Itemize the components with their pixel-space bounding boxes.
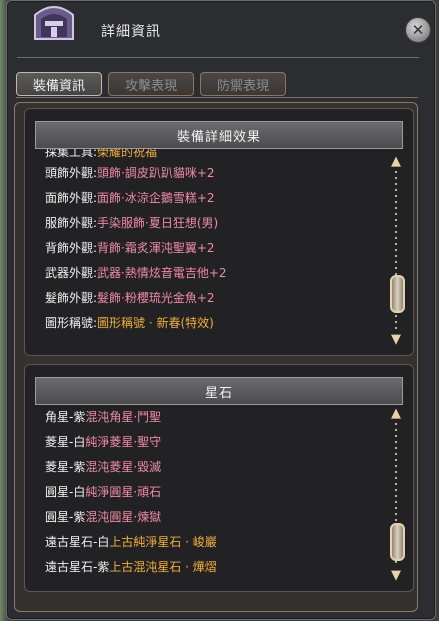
row-value: 混沌圓星·煉獄 <box>85 510 162 524</box>
row-value: 武器·熱情炫音電吉他+2 <box>97 266 227 280</box>
scrollbar[interactable]: ▲ ▼ <box>387 405 405 583</box>
equipment-effects-box: 裝備詳細效果 採集工具:榮耀的祝福 頭飾外觀:頭飾·調皮趴趴貓咪+2 面飾外觀:… <box>24 108 414 356</box>
row-label: 遠古星石-白 <box>45 535 110 549</box>
tab-divider <box>16 97 418 98</box>
title-divider <box>17 57 419 58</box>
row-label: 採集工具: <box>45 149 98 159</box>
arrow-up-icon[interactable]: ▲ <box>387 153 405 169</box>
tab-attack-performance[interactable]: 攻擊表現 <box>108 72 194 96</box>
row-label: 遠古星石-紫 <box>45 560 110 574</box>
row-value: 榮耀的祝福 <box>97 149 158 159</box>
list-item: 圖形稱號:圖形稱號 · 新春(特效) <box>45 311 373 336</box>
arrow-down-icon[interactable]: ▼ <box>387 331 405 347</box>
row-label: 圓星-紫 <box>45 510 86 524</box>
row-label: 面飾外觀: <box>45 191 98 205</box>
list-item: 菱星-白純淨菱星·聖守 <box>45 430 373 455</box>
row-label: 圓星-白 <box>45 485 86 499</box>
row-value: 純淨菱星·聖守 <box>85 435 162 449</box>
star-stone-list[interactable]: 角星-紫混沌角星·鬥聖 菱星-白純淨菱星·聖守 菱星-紫混沌菱星·毀滅 圓星-白… <box>45 405 373 585</box>
close-button[interactable]: ✕ <box>405 17 431 43</box>
row-label: 武器外觀: <box>45 266 98 280</box>
title-bar: 詳細資訊 ✕ <box>7 1 435 59</box>
row-value: 純淨圓星·頑石 <box>85 485 162 499</box>
list-item: 武器外觀:武器·熱情炫音電吉他+2 <box>45 261 373 286</box>
row-label: 圖形稱號: <box>45 316 98 330</box>
list-item: 菱星-紫混沌菱星·毀滅 <box>45 455 373 480</box>
list-item: 角星-紫混沌角星·鬥聖 <box>45 405 373 430</box>
list-item: 圓星-紫混沌圓星·煉獄 <box>45 505 373 530</box>
scrollbar[interactable]: ▲ ▼ <box>387 153 405 347</box>
close-icon: ✕ <box>411 21 425 39</box>
tab-bar: 裝備資訊 攻擊表現 防禦表現 <box>16 72 286 96</box>
list-item: 背飾外觀:背飾·霜炙渾沌聖翼+2 <box>45 236 373 261</box>
scroll-thumb[interactable] <box>390 275 405 313</box>
row-label: 背飾外觀: <box>45 241 98 255</box>
row-label: 角星-紫 <box>45 410 86 424</box>
list-item: 遠古星石-白上古純淨星石 · 峻巖 <box>45 530 373 555</box>
tab-equipment-info[interactable]: 裝備資訊 <box>16 72 102 96</box>
row-value: 背飾·霜炙渾沌聖翼+2 <box>97 241 215 255</box>
list-item: 服飾外觀:手染服飾·夏日狂想(男) <box>45 211 373 236</box>
tab-defense-performance[interactable]: 防禦表現 <box>200 72 286 96</box>
helmet-icon <box>34 6 74 40</box>
row-label: 頭飾外觀: <box>45 166 98 180</box>
row-value: 頭飾·調皮趴趴貓咪+2 <box>97 166 215 180</box>
list-item: 圓星-白純淨圓星·頑石 <box>45 480 373 505</box>
arrow-down-icon[interactable]: ▼ <box>387 567 405 583</box>
star-stone-box: 星石 角星-紫混沌角星·鬥聖 菱星-白純淨菱星·聖守 菱星-紫混沌菱星·毀滅 圓… <box>24 364 414 592</box>
row-value: 圖形稱號 · 新春(特效) <box>97 316 214 330</box>
row-value: 上古純淨星石 · 峻巖 <box>109 535 217 549</box>
list-item: 頭飾外觀:頭飾·調皮趴趴貓咪+2 <box>45 161 373 186</box>
scroll-thumb[interactable] <box>390 523 405 561</box>
list-item: 髮飾外觀:髮飾·粉櫻琉光金魚+2 <box>45 286 373 311</box>
row-value: 混沌菱星·毀滅 <box>85 460 162 474</box>
row-label: 菱星-白 <box>45 435 86 449</box>
arrow-up-icon[interactable]: ▲ <box>387 405 405 421</box>
section-header: 星石 <box>35 377 403 405</box>
row-label: 菱星-紫 <box>45 460 86 474</box>
list-item: 採集工具:榮耀的祝福 <box>45 149 373 161</box>
window-title: 詳細資訊 <box>101 24 161 40</box>
row-value: 面飾·冰涼企鵝雪糕+2 <box>97 191 215 205</box>
row-value: 上古混沌星石 · 燁熠 <box>109 560 217 574</box>
row-value: 手染服飾·夏日狂想(男) <box>97 216 219 230</box>
row-label: 服飾外觀: <box>45 216 98 230</box>
list-item: 遠古星石-紫上古混沌星石 · 燁熠 <box>45 555 373 580</box>
section-header: 裝備詳細效果 <box>35 121 403 149</box>
row-value: 髮飾·粉櫻琉光金魚+2 <box>97 291 215 305</box>
row-value: 混沌角星·鬥聖 <box>85 410 162 424</box>
row-label: 髮飾外觀: <box>45 291 98 305</box>
equipment-effects-list[interactable]: 採集工具:榮耀的祝福 頭飾外觀:頭飾·調皮趴趴貓咪+2 面飾外觀:面飾·冰涼企鵝… <box>45 149 373 347</box>
list-item: 面飾外觀:面飾·冰涼企鵝雪糕+2 <box>45 186 373 211</box>
